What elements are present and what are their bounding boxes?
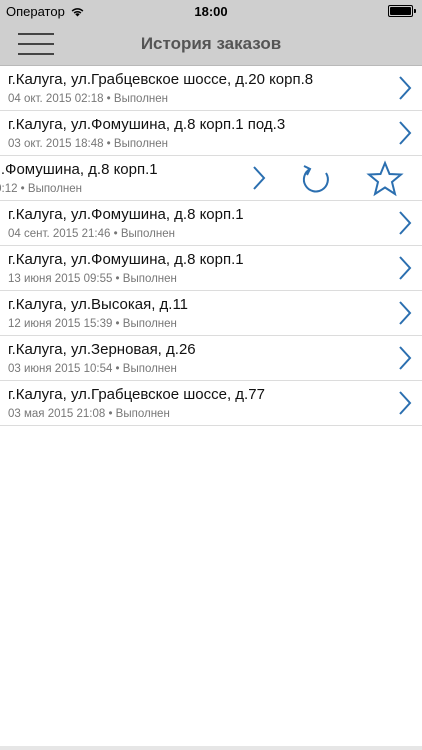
order-row[interactable]: г.Калуга, ул.Фомушина, д.8 корп.1 13 июн… [0, 246, 422, 291]
order-meta: 12 июня 2015 15:39 • Выполнен [8, 318, 177, 330]
order-row[interactable]: г.Калуга, ул.Высокая, д.11 12 июня 2015 … [0, 291, 422, 336]
order-address: г.Калуга, ул.Высокая, д.11 [8, 296, 189, 313]
order-meta: 04 сент. 2015 21:46 • Выполнен [8, 228, 175, 240]
status-time: 18:00 [194, 4, 228, 19]
order-address: г.Калуга, ул.Грабцевское шоссе, д.20 кор… [8, 71, 314, 88]
chevron-right-icon[interactable] [398, 345, 412, 371]
chevron-right-icon[interactable] [398, 120, 412, 146]
order-address: г.Калуга, ул.Фомушина, д.8 корп.1 [8, 251, 244, 268]
order-address: г.Калуга, ул.Фомушина, д.8 корп.1 [0, 161, 158, 178]
order-meta: 03 окт. 2015 18:48 • Выполнен [8, 138, 169, 150]
order-meta: 04 окт. 2015 10:12 • Выполнен [0, 183, 83, 195]
chevron-right-icon[interactable] [252, 165, 266, 191]
page-title: История заказов [140, 34, 282, 53]
order-row[interactable]: г.Калуга, ул.Грабцевское шоссе, д.20 кор… [0, 66, 422, 111]
battery-icon [388, 5, 416, 17]
chevron-right-icon[interactable] [398, 210, 412, 236]
order-address: г.Калуга, ул.Зерновая, д.26 [8, 341, 196, 358]
chevron-right-icon[interactable] [398, 255, 412, 281]
order-meta: 13 июня 2015 09:55 • Выполнен [8, 273, 177, 285]
bottom-edge [0, 746, 422, 750]
order-row[interactable]: г.Калуга, ул.Фомушина, д.8 корп.1 под.3 … [0, 111, 422, 156]
star-icon[interactable] [366, 160, 404, 198]
order-history-list: г.Калуга, ул.Грабцевское шоссе, д.20 кор… [0, 66, 422, 426]
order-row[interactable]: г.Калуга, ул.Фомушина, д.8 корп.1 04 сен… [0, 201, 422, 246]
order-row[interactable]: г.Калуга, ул.Грабцевское шоссе, д.77 03 … [0, 381, 422, 426]
order-meta: 04 окт. 2015 02:18 • Выполнен [8, 93, 169, 105]
repeat-icon[interactable] [298, 161, 334, 197]
status-bar: Оператор 18:00 [0, 0, 422, 22]
order-meta: 03 июня 2015 10:54 • Выполнен [8, 363, 177, 375]
chevron-right-icon[interactable] [398, 75, 412, 101]
nav-bar: История заказов [0, 22, 422, 66]
order-row-swiped[interactable]: г.Калуга, ул.Фомушина, д.8 корп.1 04 окт… [0, 156, 422, 201]
chevron-right-icon[interactable] [398, 390, 412, 416]
order-address: г.Калуга, ул.Грабцевское шоссе, д.77 [8, 386, 265, 403]
order-address: г.Калуга, ул.Фомушина, д.8 корп.1 [8, 206, 244, 223]
order-address: г.Калуга, ул.Фомушина, д.8 корп.1 под.3 [8, 116, 286, 133]
order-meta: 03 мая 2015 21:08 • Выполнен [8, 408, 170, 420]
order-row[interactable]: г.Калуга, ул.Зерновая, д.26 03 июня 2015… [0, 336, 422, 381]
chevron-right-icon[interactable] [398, 300, 412, 326]
